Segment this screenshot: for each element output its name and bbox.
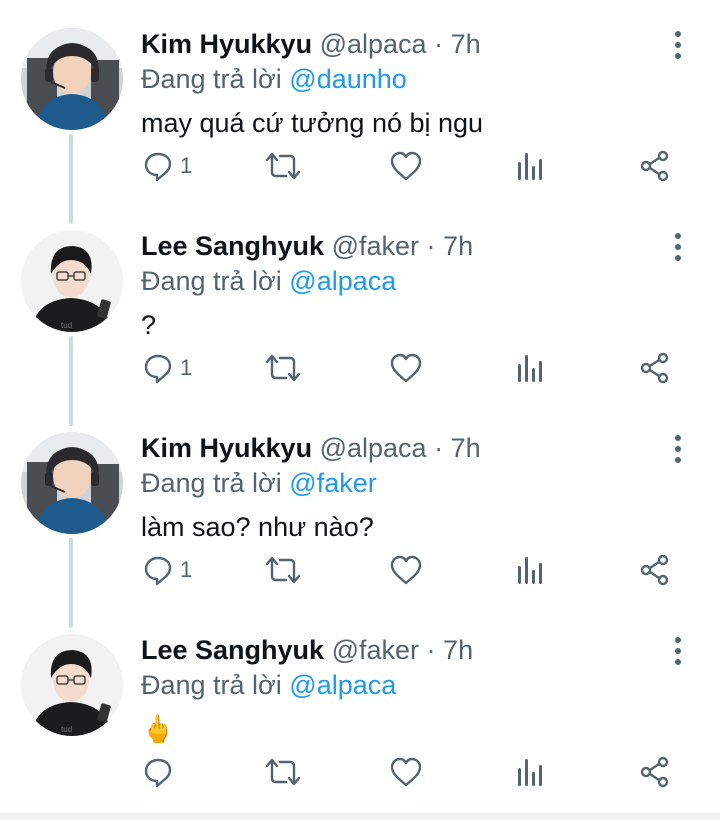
separator-dot: · (426, 635, 436, 665)
reply-icon (142, 756, 174, 788)
more-options-icon[interactable] (664, 28, 692, 62)
display-name[interactable]: Kim Hyukkyu (141, 29, 312, 59)
tweet-header: Kim Hyukkyu @alpaca · 7h (141, 27, 481, 61)
display-name[interactable]: Kim Hyukkyu (141, 433, 312, 463)
tweet-text: 🖕 (141, 714, 175, 744)
reply-to-link[interactable]: @alpaca (289, 670, 396, 700)
like-button[interactable] (389, 348, 423, 388)
reply-count: 1 (180, 355, 193, 380)
tweet-actions (0, 752, 720, 792)
share-icon (639, 554, 671, 586)
reply-icon (142, 554, 174, 586)
display-name[interactable]: Lee Sanghyuk (141, 231, 324, 261)
reply-button[interactable] (142, 752, 180, 792)
tweet-text: làm sao? như nào? (141, 512, 374, 542)
like-button[interactable] (389, 752, 423, 792)
share-icon (639, 756, 671, 788)
reply-prefix: Đang trả lời (141, 266, 282, 296)
tweet-actions: 1 (0, 348, 720, 388)
tweet-text: may quá cứ tưởng nó bị ngu (141, 108, 484, 138)
reply-icon (142, 150, 174, 182)
like-button[interactable] (389, 550, 423, 590)
tweet-actions: 1 (0, 550, 720, 590)
analytics-icon (517, 150, 545, 182)
timestamp[interactable]: 7h (451, 433, 481, 463)
reply-button[interactable]: 1 (142, 550, 192, 590)
like-button[interactable] (389, 146, 423, 186)
tweet-text: ? (141, 310, 157, 340)
tweet[interactable]: tud Lee Sanghyuk @faker · 7h Đang trả lờ… (0, 606, 720, 808)
reply-prefix: Đang trả lời (141, 468, 282, 498)
reply-button[interactable]: 1 (142, 146, 192, 186)
user-handle[interactable]: @faker (332, 635, 419, 665)
user-handle[interactable]: @alpaca (320, 433, 427, 463)
retweet-button[interactable] (264, 348, 302, 388)
reply-to-link[interactable]: @alpaca (289, 266, 396, 296)
reply-button[interactable]: 1 (142, 348, 192, 388)
analytics-icon (517, 352, 545, 384)
share-button[interactable] (639, 550, 671, 590)
reply-icon (142, 352, 174, 384)
replying-to: Đang trả lời @daunho (141, 62, 407, 96)
retweet-icon (264, 756, 302, 788)
reply-to-link[interactable]: @daunho (289, 64, 407, 94)
retweet-button[interactable] (264, 146, 302, 186)
tweet-header: Lee Sanghyuk @faker · 7h (141, 229, 473, 263)
retweet-button[interactable] (264, 752, 302, 792)
replying-to: Đang trả lời @alpaca (141, 668, 396, 702)
share-icon (639, 150, 671, 182)
retweet-icon (264, 352, 302, 384)
avatar-kim[interactable] (21, 28, 123, 130)
more-options-icon[interactable] (664, 230, 692, 264)
analytics-button[interactable] (517, 550, 545, 590)
more-options-icon[interactable] (664, 432, 692, 466)
separator-dot: · (434, 29, 444, 59)
like-icon (389, 756, 423, 788)
svg-text:tud: tud (61, 321, 72, 330)
like-icon (389, 554, 423, 586)
analytics-button[interactable] (517, 146, 545, 186)
reply-to-link[interactable]: @faker (289, 468, 376, 498)
share-button[interactable] (639, 348, 671, 388)
retweet-icon (264, 554, 302, 586)
avatar-lee[interactable]: tud (21, 634, 123, 736)
tweet[interactable]: tud Lee Sanghyuk @faker · 7h Đang trả lờ… (0, 202, 720, 404)
reply-prefix: Đang trả lời (141, 64, 282, 94)
like-icon (389, 150, 423, 182)
display-name[interactable]: Lee Sanghyuk (141, 635, 324, 665)
replying-to: Đang trả lời @faker (141, 466, 377, 500)
tweet-actions: 1 (0, 146, 720, 186)
share-button[interactable] (639, 146, 671, 186)
analytics-button[interactable] (517, 348, 545, 388)
share-icon (639, 352, 671, 384)
retweet-icon (264, 150, 302, 182)
svg-text:tud: tud (61, 725, 72, 734)
timestamp[interactable]: 7h (451, 29, 481, 59)
analytics-button[interactable] (517, 752, 545, 792)
reply-count: 1 (180, 557, 193, 582)
tweet[interactable]: Kim Hyukkyu @alpaca · 7h Đang trả lời @d… (0, 0, 720, 202)
avatar-kim[interactable] (21, 432, 123, 534)
more-options-icon[interactable] (664, 634, 692, 668)
timestamp[interactable]: 7h (443, 231, 473, 261)
separator-dot: · (426, 231, 436, 261)
user-handle[interactable]: @faker (332, 231, 419, 261)
user-handle[interactable]: @alpaca (320, 29, 427, 59)
analytics-icon (517, 554, 545, 586)
analytics-icon (517, 756, 545, 788)
reply-count: 1 (180, 153, 193, 178)
bottom-divider (0, 813, 720, 820)
tweet[interactable]: Kim Hyukkyu @alpaca · 7h Đang trả lời @f… (0, 404, 720, 606)
replying-to: Đang trả lời @alpaca (141, 264, 396, 298)
tweet-header: Kim Hyukkyu @alpaca · 7h (141, 431, 481, 465)
like-icon (389, 352, 423, 384)
retweet-button[interactable] (264, 550, 302, 590)
timestamp[interactable]: 7h (443, 635, 473, 665)
avatar-lee[interactable]: tud (21, 230, 123, 332)
tweet-header: Lee Sanghyuk @faker · 7h (141, 633, 473, 667)
reply-prefix: Đang trả lời (141, 670, 282, 700)
share-button[interactable] (639, 752, 671, 792)
separator-dot: · (434, 433, 444, 463)
